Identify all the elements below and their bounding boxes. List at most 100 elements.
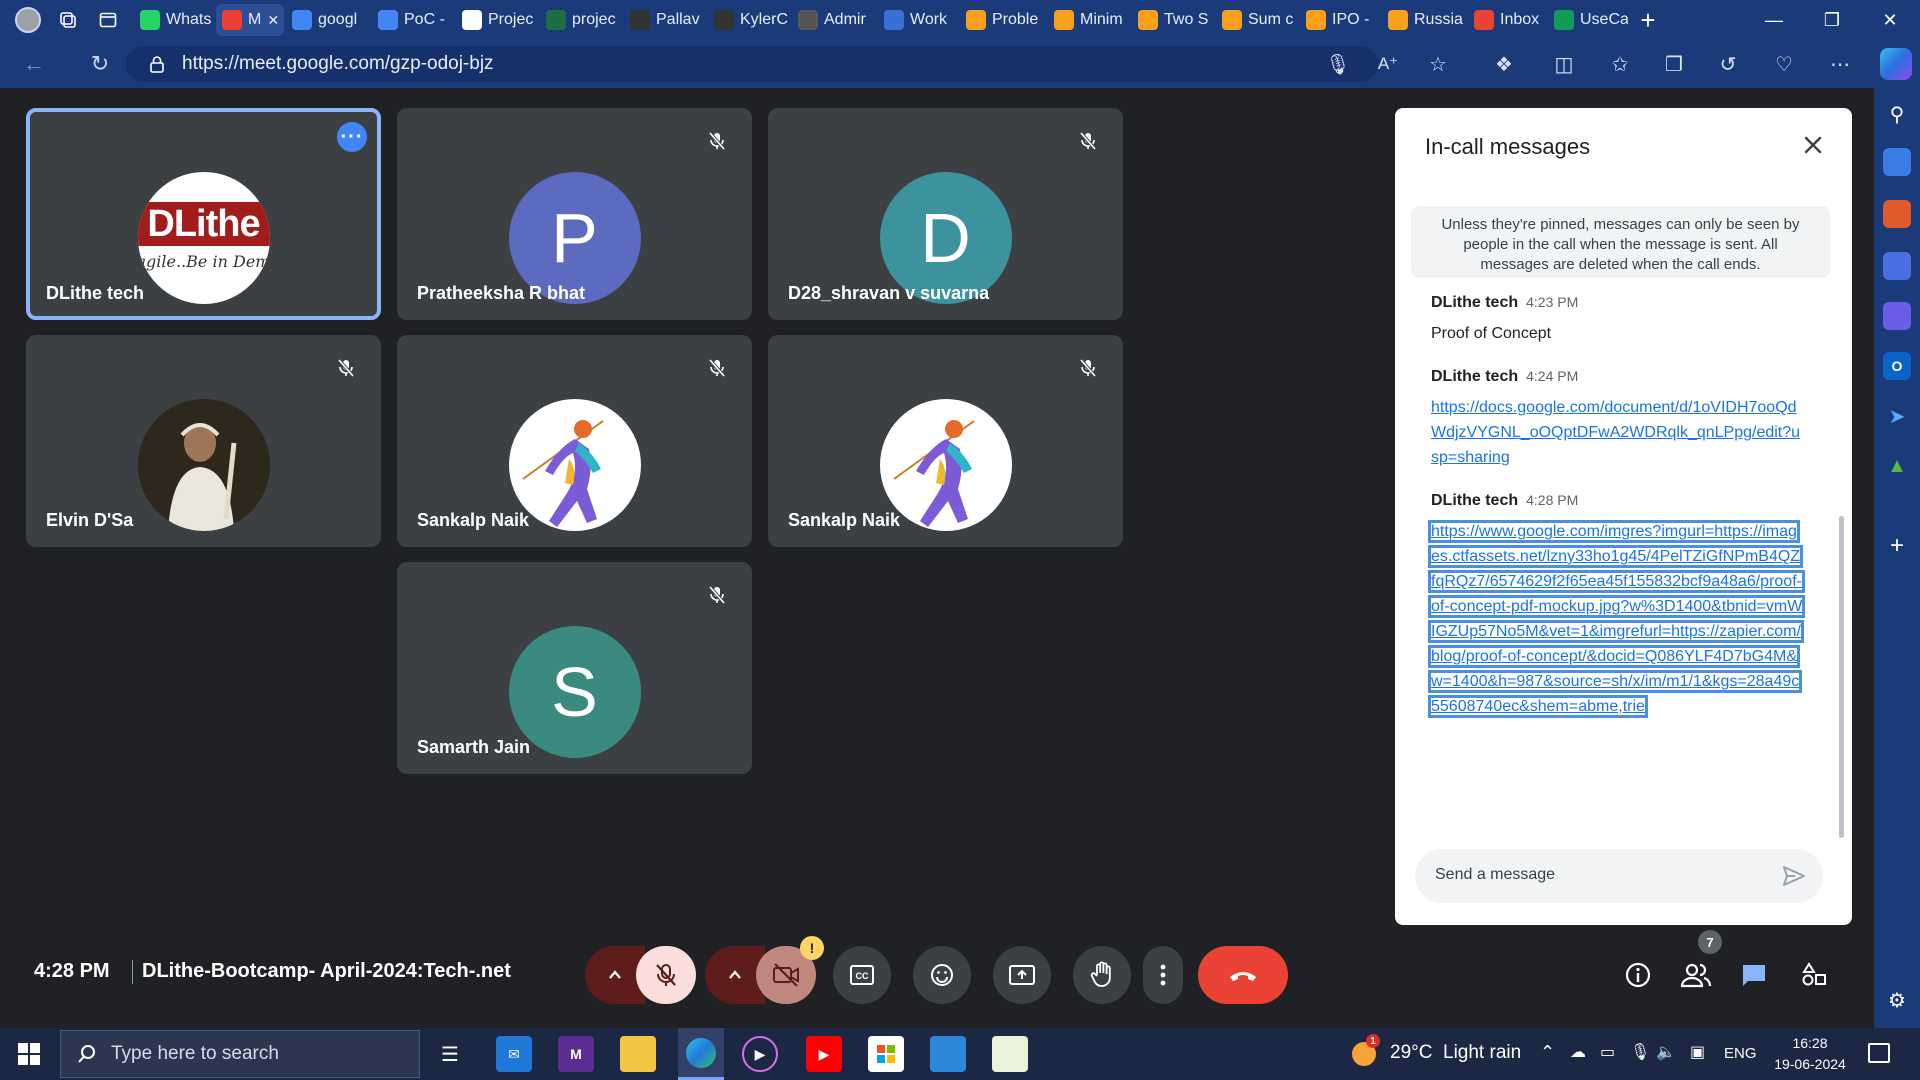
extensions-icon[interactable]: ❖ [1490,50,1518,78]
close-icon[interactable] [1796,128,1830,162]
tab-label: Inbox [1500,11,1540,28]
show-hidden-icons[interactable]: ⌃ [1540,1042,1555,1063]
media-player-icon[interactable]: ▶ [742,1036,778,1072]
favorites-icon[interactable]: ✩ [1606,50,1634,78]
send-message-field[interactable]: Send a message [1415,849,1823,903]
task-view-icon[interactable]: ☰ [432,1036,468,1072]
tree-app-icon[interactable]: ▲ [1883,452,1911,480]
participant-tile[interactable]: DLithe agile..Be in Dem ··· DLithe tech [26,108,381,320]
message-link-selected[interactable]: https://www.google.com/imgres?imgurl=htt… [1427,519,1806,719]
url-field[interactable]: https://meet.google.com/gzp-odoj-bjz [126,46,1378,82]
info-icon [1625,962,1651,988]
chat-scrollbar[interactable] [1839,516,1844,838]
split-screen-icon[interactable]: ◫ [1550,50,1578,78]
refresh-button[interactable]: ↻ [80,44,120,84]
participant-tile[interactable]: Elvin D'Sa [26,335,381,547]
send-icon[interactable] [1781,863,1807,889]
more-options-icon[interactable]: ⋯ [1826,50,1854,78]
message-link[interactable]: https://docs.google.com/document/d/1oVID… [1431,395,1803,470]
photos-app-icon[interactable] [930,1036,966,1072]
browser-tab[interactable]: Proble [960,4,1046,36]
excel-chart-app-icon[interactable] [992,1036,1028,1072]
browser-tab[interactable]: googl [286,4,370,36]
onedrive-icon[interactable]: ☁ [1570,1042,1586,1062]
activities-button[interactable] [1790,946,1838,1004]
add-sidebar-app-icon[interactable]: + [1883,532,1911,560]
browser-tab[interactable]: Pallav [624,4,706,36]
network-icon[interactable]: ▣ [1690,1042,1705,1062]
more-options-button[interactable] [1143,946,1183,1004]
browser-tab[interactable]: M ✕ [216,4,284,36]
outlook-icon[interactable]: O [1883,352,1911,380]
microphone-tray-icon[interactable]: 🎙 [1630,1042,1650,1062]
reactions-button[interactable] [913,946,971,1004]
copilot-icon[interactable] [1880,48,1912,80]
restore-button[interactable]: ❐ [1803,0,1861,40]
captions-button[interactable]: CC [833,946,891,1004]
performance-icon[interactable]: ♡ [1770,50,1798,78]
collections-icon[interactable]: ❐ [1660,50,1688,78]
windows-start-icon[interactable] [18,1043,40,1065]
workspaces-icon[interactable] [48,0,88,40]
close-tab-icon[interactable]: ✕ [267,12,279,29]
tab-actions-icon[interactable] [88,0,128,40]
games-icon[interactable] [1883,252,1911,280]
participant-tile[interactable]: D D28_shravan v suvarna [768,108,1123,320]
settings-icon[interactable]: ⚙ [1883,986,1911,1014]
people-button[interactable] [1672,946,1720,1004]
microphone-toggle-button[interactable] [636,946,696,1004]
microsoft-store-icon[interactable] [868,1036,904,1072]
sidebar-search-icon[interactable]: ⚲ [1883,100,1911,128]
more-options-button[interactable]: ··· [337,122,367,152]
browser-tab[interactable]: Minim [1048,4,1130,36]
close-window-button[interactable]: ✕ [1861,0,1919,40]
leave-call-button[interactable] [1198,946,1288,1004]
browser-tab[interactable]: Admir [792,4,876,36]
raise-hand-button[interactable] [1073,946,1131,1004]
browser-tab[interactable]: Inbox [1468,4,1546,36]
meeting-details-button[interactable] [1614,946,1662,1004]
present-screen-button[interactable] [993,946,1051,1004]
history-icon[interactable]: ↺ [1714,50,1742,78]
browser-tab[interactable]: PoC - [372,4,454,36]
taskbar-search-box[interactable]: Type here to search [60,1030,420,1078]
participant-tile[interactable]: Sankalp Naik [397,335,752,547]
minimize-button[interactable]: — [1745,0,1803,40]
chat-button[interactable] [1730,946,1778,1004]
profile-avatar[interactable] [8,0,48,40]
back-button[interactable]: ← [14,44,54,84]
edge-browser-icon[interactable] [678,1028,724,1080]
selected-link-text[interactable]: https://www.google.com/imgres?imgurl=htt… [1427,520,1806,718]
tools-briefcase-icon[interactable] [1883,200,1911,228]
participant-tile[interactable]: P Pratheeksha R bhat [397,108,752,320]
participant-tile[interactable]: S Samarth Jain [397,562,752,774]
browser-tab[interactable]: Work [878,4,958,36]
visual-studio-app-icon[interactable]: M [558,1036,594,1072]
browser-tab[interactable]: Projec [456,4,538,36]
shopping-tag-icon[interactable] [1883,148,1911,176]
weather-text[interactable]: 29°C Light rain [1390,1042,1521,1064]
participant-tile[interactable]: Sankalp Naik [768,335,1123,547]
notifications-icon[interactable] [1868,1043,1890,1063]
youtube-app-icon[interactable]: ▶ [806,1036,842,1072]
clock-area[interactable]: 16:28 19-06-2024 [1770,1033,1850,1075]
volume-icon[interactable]: 🔈 [1656,1042,1676,1062]
browser-tab[interactable]: Two S [1132,4,1214,36]
browser-tab[interactable]: Russia [1382,4,1466,36]
browser-tab[interactable]: IPO - [1300,4,1380,36]
battery-icon[interactable]: ▭ [1600,1042,1615,1062]
browser-tab[interactable]: Sum c [1216,4,1298,36]
mail-app-icon[interactable]: ✉ [496,1036,532,1072]
browser-tab[interactable]: projec [540,4,622,36]
file-explorer-icon[interactable] [620,1036,656,1072]
read-aloud-icon[interactable]: A⁺ [1374,50,1402,78]
copilot-sidebar-icon[interactable] [1883,302,1911,330]
favorite-star-icon[interactable]: ☆ [1424,50,1452,78]
language-indicator[interactable]: ENG [1724,1045,1757,1062]
browser-tab[interactable]: Whats [134,4,214,36]
microphone-icon[interactable]: 🎙 [1324,50,1352,78]
new-tab-button[interactable]: + [1630,4,1666,36]
browser-tab[interactable]: KylerC [708,4,790,36]
send-app-icon[interactable]: ➤ [1883,402,1911,430]
browser-tab[interactable]: UseCa [1548,4,1628,36]
